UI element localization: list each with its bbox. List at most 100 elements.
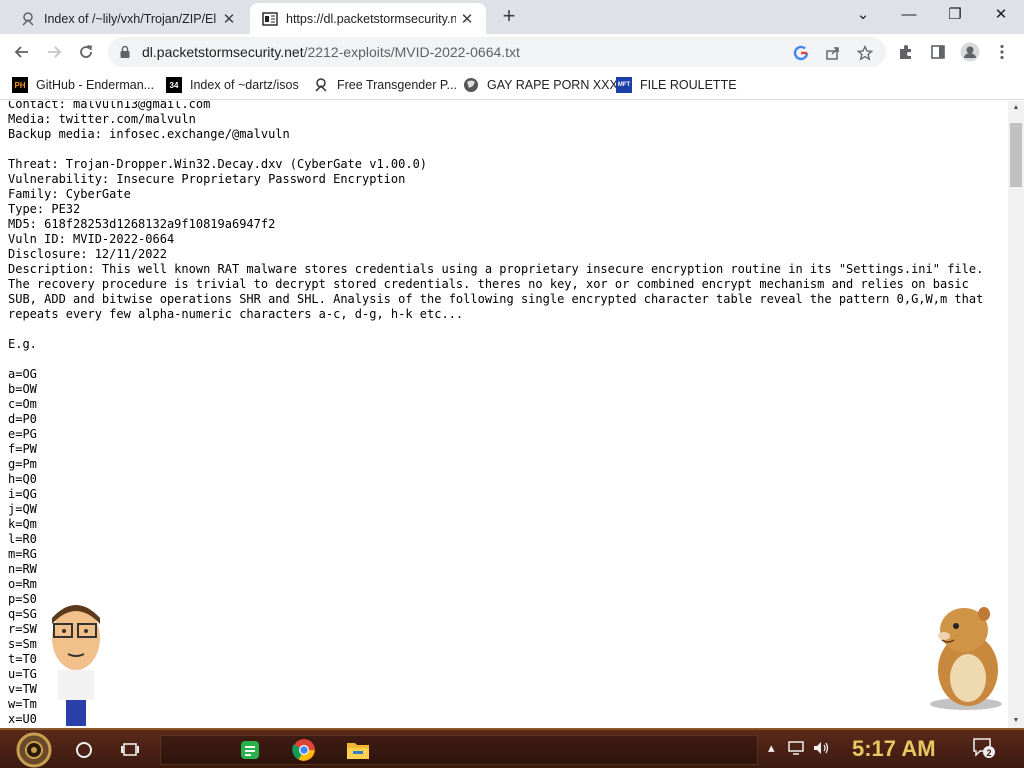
- text-line: s=Sm: [8, 637, 37, 651]
- tab-search-icon[interactable]: ⌄: [840, 4, 886, 26]
- text-line: k=Qm: [8, 517, 37, 531]
- text-line: b=OW: [8, 382, 37, 396]
- text-line: Family: CyberGate: [8, 187, 131, 201]
- page-favicon-icon: [20, 11, 36, 27]
- text-line: Contact: malvuln13@gmail.com: [8, 101, 211, 111]
- globe-icon: [463, 77, 479, 93]
- text-line: f=PW: [8, 442, 37, 456]
- lock-icon[interactable]: [118, 45, 132, 59]
- bookmarks-bar: PH GitHub - Enderman... 34 Index of ~dar…: [0, 70, 1024, 100]
- tab-packetstorm[interactable]: https://dl.packetstormsecurity.ne ✕: [250, 3, 486, 34]
- scrollbar-thumb[interactable]: [1010, 123, 1022, 187]
- bookmark-file-roulette[interactable]: MFT FILE ROULETTE: [616, 75, 737, 95]
- url-path: /2212-exploits/MVID-2022-0664.txt: [303, 44, 520, 60]
- text-line: w=Tm: [8, 697, 37, 711]
- text-line: j=QW: [8, 502, 37, 516]
- hamster-mascot: [930, 607, 1002, 710]
- bookmark-dartz-isos[interactable]: 34 Index of ~dartz/isos: [166, 75, 299, 95]
- tab-title: https://dl.packetstormsecurity.ne: [286, 11, 456, 26]
- new-tab-button[interactable]: +: [498, 5, 520, 29]
- bookmark-label: GAY RAPE PORN XXX: [487, 78, 618, 92]
- start-button[interactable]: [10, 732, 58, 768]
- text-line: m=RG: [8, 547, 37, 561]
- show-hidden-icons-chevron-icon[interactable]: ▴: [768, 740, 775, 756]
- rule34-icon: 34: [166, 77, 182, 93]
- bookmark-label: Index of ~dartz/isos: [190, 78, 299, 92]
- bookmark-github[interactable]: PH GitHub - Enderman...: [12, 75, 154, 95]
- bookmark-free-transgender[interactable]: Free Transgender P...: [313, 75, 457, 95]
- text-line: u=TG: [8, 667, 37, 681]
- bookmark-label: Free Transgender P...: [337, 78, 457, 92]
- vertical-scrollbar[interactable]: ▲ ▼: [1008, 101, 1024, 728]
- text-line: E.g.: [8, 337, 37, 351]
- text-line: [8, 352, 1003, 367]
- text-line: x=U0: [8, 712, 37, 726]
- text-document: Contact: malvuln13@gmail.com Media: twitt…: [8, 101, 1003, 727]
- extensions-puzzle-icon[interactable]: [896, 42, 916, 62]
- scroll-down-arrow-icon[interactable]: ▼: [1008, 714, 1024, 728]
- browser-toolbar: dl.packetstormsecurity.net/2212-exploits…: [0, 34, 1024, 70]
- text-line: i=QG: [8, 487, 37, 501]
- google-lens-icon[interactable]: [792, 44, 810, 62]
- text-line: Vuln ID: MVID-2022-0664: [8, 232, 175, 246]
- back-arrow-icon: [14, 46, 28, 58]
- network-icon[interactable]: [788, 740, 806, 759]
- text-line: h=Q0: [8, 472, 37, 486]
- bookmark-star-icon[interactable]: [856, 44, 874, 62]
- text-line: a=OG: [8, 367, 37, 381]
- text-line: o=Rm: [8, 577, 37, 591]
- bookmark-label: FILE ROULETTE: [640, 78, 737, 92]
- profile-avatar-icon[interactable]: [960, 42, 980, 62]
- notification-count: 2: [986, 748, 991, 758]
- reload-button[interactable]: [72, 38, 100, 66]
- text-line: v=TW: [8, 682, 37, 696]
- text-line: n=RW: [8, 562, 37, 576]
- tab-strip: Index of /~lily/vxh/Trojan/ZIP/El ✕ http…: [0, 0, 1024, 34]
- address-bar[interactable]: dl.packetstormsecurity.net/2212-exploits…: [108, 37, 886, 67]
- text-line: Vulnerability: Insecure Proprietary Pass…: [8, 172, 406, 186]
- text-line: Description: This well known RAT malware…: [8, 262, 991, 321]
- globe-person-icon: [313, 77, 329, 93]
- tab-index-of-lily[interactable]: Index of /~lily/vxh/Trojan/ZIP/El ✕: [8, 3, 248, 34]
- notification-center-icon[interactable]: 2: [972, 737, 996, 762]
- text-line: [8, 142, 1003, 157]
- bookmark-gay-rape[interactable]: GAY RAPE PORN XXX: [463, 75, 618, 95]
- text-line: Media: twitter.com/malvuln: [8, 112, 196, 126]
- share-icon[interactable]: [824, 44, 842, 62]
- task-view-icon[interactable]: [116, 736, 144, 764]
- taskbar: ▴ 5:17 AM 2: [0, 728, 1024, 768]
- tab-close-icon[interactable]: ✕: [456, 10, 478, 28]
- text-line: d=P0: [8, 412, 37, 426]
- chrome-app-icon[interactable]: [290, 736, 318, 764]
- scroll-up-arrow-icon[interactable]: ▲: [1008, 101, 1024, 115]
- text-line: Disclosure: 12/11/2022: [8, 247, 167, 261]
- text-line: q=SG: [8, 607, 37, 621]
- reload-icon: [80, 45, 93, 58]
- forward-button[interactable]: [40, 38, 68, 66]
- url-text: dl.packetstormsecurity.net/2212-exploits…: [142, 44, 520, 60]
- text-line: l=R0: [8, 532, 37, 546]
- text-line: Type: PE32: [8, 202, 81, 216]
- page-viewport: Contact: malvuln13@gmail.com Media: twitt…: [0, 101, 1008, 728]
- search-circle-icon[interactable]: [70, 736, 98, 764]
- mft-icon: MFT: [616, 77, 632, 93]
- text-line: p=S0: [8, 592, 37, 606]
- minimize-button[interactable]: —: [886, 4, 932, 26]
- notepad-app-icon[interactable]: [236, 736, 264, 764]
- text-line: t=T0: [8, 652, 37, 666]
- taskbar-clock[interactable]: 5:17 AM: [852, 736, 936, 762]
- close-window-button[interactable]: ✕: [978, 4, 1024, 26]
- steampunk-start-icon: [16, 732, 52, 768]
- back-button[interactable]: [8, 38, 36, 66]
- tab-close-icon[interactable]: ✕: [218, 10, 240, 28]
- side-panel-icon[interactable]: [928, 42, 948, 62]
- cartoon-man-mascot: [52, 605, 100, 726]
- menu-kebab-icon[interactable]: [992, 42, 1012, 62]
- file-explorer-icon[interactable]: [344, 736, 372, 764]
- text-line: [8, 322, 1003, 337]
- volume-icon[interactable]: [812, 740, 830, 759]
- text-line: c=Om: [8, 397, 37, 411]
- text-line: Backup media: infosec.exchange/@malvuln: [8, 127, 290, 141]
- restore-button[interactable]: ❐: [932, 4, 978, 26]
- document-favicon-icon: [262, 11, 278, 27]
